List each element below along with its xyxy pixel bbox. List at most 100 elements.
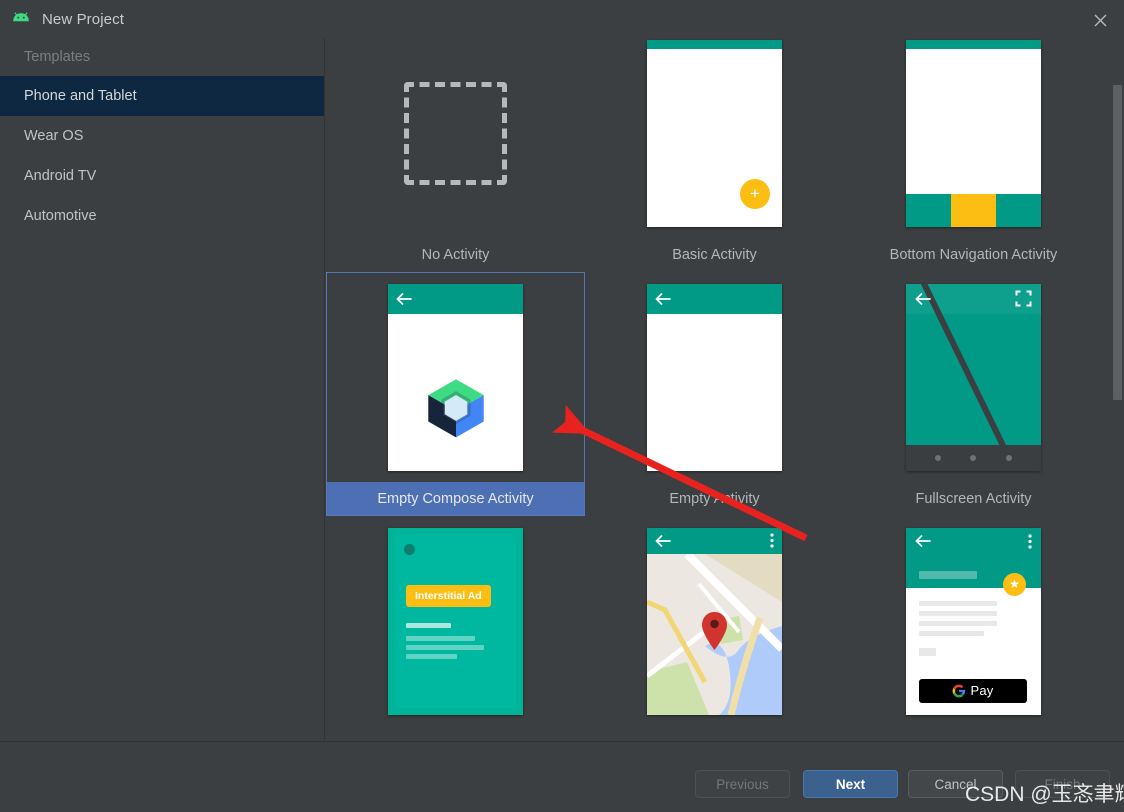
template-card-empty-compose-activity[interactable]: Empty Compose Activity: [326, 272, 585, 516]
bottom-navigation-thumbnail: [844, 28, 1103, 238]
template-label: Fullscreen Activity: [915, 491, 1032, 507]
ad-text-line: [406, 622, 451, 628]
phone-preview: ★ Pay: [906, 527, 1041, 715]
back-arrow-icon: [915, 535, 931, 547]
template-label: Basic Activity: [672, 247, 757, 263]
ad-badge: Interstitial Ad: [406, 584, 491, 607]
interstitial-ad-thumbnail: Interstitial Ad: [326, 516, 585, 726]
template-card-bottom-navigation-activity[interactable]: Bottom Navigation Activity: [844, 28, 1103, 272]
template-scrollbar-track[interactable]: [1111, 28, 1124, 740]
template-card-no-activity[interactable]: No Activity: [326, 28, 585, 272]
google-g-icon: [953, 684, 966, 697]
bottom-nav-segment: [906, 193, 951, 227]
template-scrollbar-thumb[interactable]: [1113, 85, 1122, 400]
sidebar-item-phone-and-tablet[interactable]: Phone and Tablet: [0, 76, 324, 116]
cancel-button[interactable]: Cancel: [908, 770, 1003, 798]
template-label: [585, 726, 844, 740]
template-label: [326, 726, 585, 740]
template-row: Empty Compose Activity Empty Activity Fu…: [326, 272, 1106, 516]
gpay-label: Pay: [970, 683, 994, 698]
phone-preview: [906, 283, 1041, 471]
phone-preview: +: [647, 39, 782, 227]
empty-compose-thumbnail: [326, 272, 585, 482]
sidebar-item-label: Wear OS: [24, 128, 84, 144]
finish-button[interactable]: Finish: [1015, 770, 1110, 798]
nav-dot: [970, 454, 977, 461]
sidebar-item-label: Android TV: [24, 168, 97, 184]
content-line: [919, 620, 997, 626]
phone-preview: [647, 283, 782, 471]
template-card-fullscreen-activity[interactable]: Fullscreen Activity: [844, 272, 1103, 516]
category-sidebar: Templates Phone and Tablet Wear OS Andro…: [0, 38, 325, 740]
ad-text-line: [406, 635, 475, 641]
ad-close-dot-icon: [404, 543, 415, 555]
app-bar: [647, 39, 782, 49]
overflow-menu-icon: [1028, 533, 1032, 549]
ad-surface: Interstitial Ad: [395, 534, 516, 708]
sidebar-item-wear-os[interactable]: Wear OS: [0, 116, 324, 156]
overflow-menu-icon: [770, 533, 774, 548]
no-activity-thumbnail: [326, 28, 585, 238]
star-badge-icon: ★: [1003, 572, 1026, 596]
content-line: [919, 647, 936, 656]
sidebar-item-android-tv[interactable]: Android TV: [0, 156, 324, 196]
app-bar: [388, 283, 523, 314]
back-arrow-icon: [915, 292, 931, 305]
previous-button[interactable]: Previous: [695, 770, 790, 798]
sidebar-item-automotive[interactable]: Automotive: [0, 196, 324, 236]
android-robot-icon: [10, 8, 32, 30]
content-line: [919, 600, 997, 606]
system-nav-bar: [906, 444, 1041, 471]
template-label: No Activity: [421, 247, 490, 263]
bottom-nav-segment: [996, 193, 1041, 227]
phone-preview: Interstitial Ad: [388, 527, 523, 715]
phone-preview: [388, 283, 523, 471]
app-bar: [647, 527, 782, 554]
dashed-square-icon: [404, 81, 507, 185]
template-card-google-maps-activity[interactable]: [585, 516, 844, 740]
back-arrow-icon: [655, 534, 671, 547]
bottom-nav-bar: [906, 193, 1041, 227]
app-bar: [906, 39, 1041, 49]
phone-preview: [906, 39, 1041, 227]
new-project-dialog: New Project Templates Phone and Tablet W…: [0, 0, 1124, 812]
next-button[interactable]: Next: [803, 770, 898, 798]
empty-activity-thumbnail: [585, 272, 844, 482]
google-pay-button[interactable]: Pay: [919, 678, 1027, 703]
expand-fullscreen-icon: [1015, 290, 1032, 307]
app-bar: [647, 283, 782, 314]
map-canvas: [647, 553, 782, 715]
template-grid: No Activity + Basic Activity Bottom Navi…: [326, 28, 1106, 740]
ad-text-line: [406, 653, 457, 659]
google-pay-thumbnail: ★ Pay: [844, 516, 1103, 726]
bottom-nav-segment-active: [951, 193, 996, 227]
back-arrow-icon: [655, 292, 671, 305]
template-card-empty-activity[interactable]: Empty Activity: [585, 272, 844, 516]
dialog-footer: Previous Next Cancel Finish: [0, 742, 1124, 812]
title-placeholder: [919, 570, 977, 579]
fullscreen-app-bar: [906, 284, 1041, 314]
content-line: [919, 610, 997, 616]
template-label: Bottom Navigation Activity: [889, 247, 1058, 263]
template-card-basic-activity[interactable]: + Basic Activity: [585, 28, 844, 272]
sidebar-item-label: Automotive: [24, 208, 97, 224]
nav-dot: [1006, 454, 1013, 461]
basic-activity-thumbnail: +: [585, 28, 844, 238]
sidebar-header: Templates: [24, 49, 91, 65]
ad-text-line: [406, 644, 484, 650]
template-label: Empty Activity: [669, 491, 760, 507]
jetpack-compose-logo-icon: [388, 314, 523, 471]
google-maps-thumbnail: [585, 516, 844, 726]
template-row: Interstitial Ad ★ Pay: [326, 516, 1106, 740]
template-label: [844, 726, 1103, 740]
template-row: No Activity + Basic Activity Bottom Navi…: [326, 28, 1106, 272]
template-card-interstitial-ad-activity[interactable]: Interstitial Ad: [326, 516, 585, 740]
template-card-google-pay-activity[interactable]: ★ Pay: [844, 516, 1103, 740]
content-line: [919, 630, 984, 636]
nav-dot: [934, 454, 941, 461]
floating-action-button-icon: +: [740, 178, 770, 209]
sidebar-item-label: Phone and Tablet: [24, 88, 137, 104]
template-label: Empty Compose Activity: [326, 482, 585, 516]
fullscreen-activity-thumbnail: [844, 272, 1103, 482]
back-arrow-icon: [396, 292, 412, 305]
